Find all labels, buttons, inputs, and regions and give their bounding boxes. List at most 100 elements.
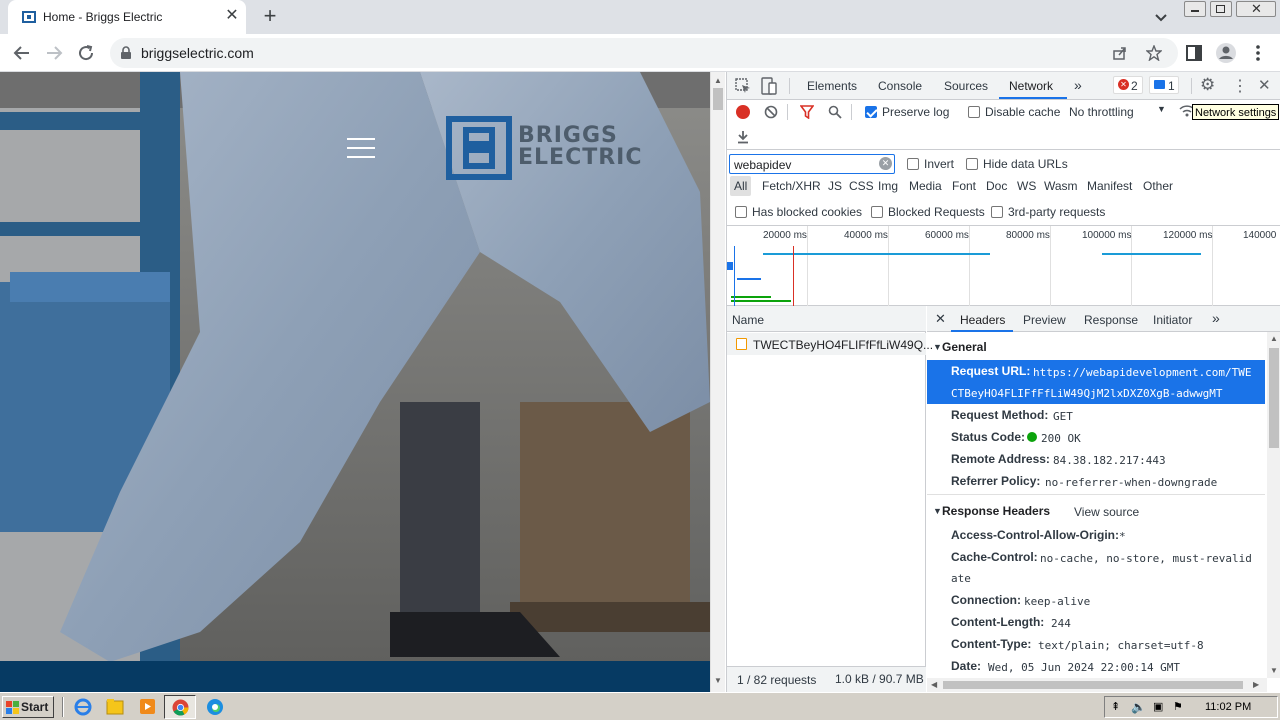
date-key: Date:	[951, 659, 982, 673]
share-icon[interactable]	[1112, 45, 1128, 61]
detail-tab-initiator[interactable]: Initiator	[1153, 313, 1192, 327]
settings-gear-icon[interactable]: ⚙	[1200, 75, 1215, 95]
device-toolbar-icon[interactable]	[761, 77, 777, 95]
page-scrollbar[interactable]: ▲ ▼	[710, 72, 725, 692]
new-tab-icon[interactable]: +	[258, 5, 282, 29]
restore-button[interactable]	[1210, 1, 1232, 17]
devtools-close-icon[interactable]: ✕	[1258, 76, 1271, 94]
briggs-electric-logo[interactable]: BRIGGS ELECTRIC	[446, 116, 661, 182]
page-scrollbar-thumb[interactable]	[713, 88, 723, 110]
type-filter-ws[interactable]: WS	[1017, 179, 1036, 193]
type-filter-fetch-xhr[interactable]: Fetch/XHR	[762, 179, 821, 193]
type-filter-doc[interactable]: Doc	[986, 179, 1007, 193]
timeline-bar	[763, 253, 990, 255]
import-download-icon[interactable]	[736, 130, 750, 144]
profile-avatar-icon[interactable]	[1214, 41, 1238, 65]
detail-close-icon[interactable]: ✕	[935, 311, 946, 327]
tab-console[interactable]: Console	[878, 79, 922, 93]
filter-input[interactable]: webapidev ✕	[729, 154, 895, 174]
filter-funnel-icon[interactable]	[800, 105, 814, 119]
media-player-icon[interactable]	[132, 696, 162, 718]
throttling-select[interactable]: No throttling	[1069, 105, 1134, 119]
clear-icon[interactable]	[764, 105, 778, 119]
active-tab-indicator	[999, 97, 1067, 99]
web-page-viewport: BRIGGS ELECTRIC	[0, 72, 710, 692]
internet-explorer-icon[interactable]	[68, 696, 98, 718]
forward-arrow-icon[interactable]	[42, 41, 66, 65]
lock-icon[interactable]	[120, 46, 132, 60]
back-arrow-icon[interactable]	[10, 41, 34, 65]
blocked-requests-checkbox[interactable]	[871, 206, 883, 218]
type-filter-all[interactable]: All	[730, 176, 752, 196]
error-count: 2	[1131, 79, 1138, 93]
window-close-button[interactable]: ✕	[1236, 1, 1276, 17]
detail-horizontal-thumb[interactable]	[943, 681, 1243, 689]
detail-horizontal-scrollbar[interactable]: ◀ ▶	[927, 678, 1267, 692]
edge-icon[interactable]	[200, 696, 230, 718]
type-filter-manifest[interactable]: Manifest	[1087, 179, 1132, 193]
detail-tab-headers[interactable]: Headers	[960, 313, 1005, 327]
invert-label: Invert	[924, 157, 955, 171]
reload-icon[interactable]	[74, 41, 98, 65]
tab-search-chevron-icon[interactable]	[1150, 6, 1172, 28]
type-filter-js[interactable]: JS	[828, 179, 842, 193]
response-headers-title[interactable]: Response Headers	[942, 504, 1050, 518]
general-section-title[interactable]: General	[942, 340, 987, 354]
type-filter-wasm[interactable]: Wasm	[1044, 179, 1078, 193]
menu-kebab-icon[interactable]	[1246, 41, 1270, 65]
detail-more-tabs-icon[interactable]: »	[1212, 310, 1220, 326]
file-explorer-icon[interactable]	[100, 696, 130, 718]
disable-cache-checkbox[interactable]	[968, 106, 980, 118]
more-tabs-chevron-icon[interactable]: »	[1074, 77, 1082, 93]
start-button[interactable]: Start	[2, 696, 54, 718]
search-icon[interactable]	[828, 105, 842, 119]
tab-close-icon[interactable]: ✕	[222, 6, 242, 26]
detail-tab-preview[interactable]: Preview	[1023, 313, 1066, 327]
record-icon[interactable]	[736, 105, 750, 119]
third-party-checkbox[interactable]	[991, 206, 1003, 218]
has-blocked-cookies-checkbox[interactable]	[735, 206, 747, 218]
type-filter-img[interactable]: Img	[878, 179, 898, 193]
type-filter-css[interactable]: CSS	[849, 179, 874, 193]
type-filter-media[interactable]: Media	[909, 179, 942, 193]
timeline-bar	[727, 262, 733, 270]
general-expand-icon[interactable]: ▼	[933, 342, 942, 352]
detail-tab-response[interactable]: Response	[1084, 313, 1138, 327]
detail-scrollbar-thumb[interactable]	[1269, 348, 1279, 448]
tray-expand-icon[interactable]: ⇞	[1111, 700, 1120, 713]
clear-filter-icon[interactable]: ✕	[879, 157, 892, 170]
tab-elements[interactable]: Elements	[807, 79, 857, 93]
request-list: Name TWECTBeyHO4FLIFfFfLiW49Q... 1 / 82 …	[727, 306, 933, 692]
bookmark-star-icon[interactable]	[1146, 45, 1162, 61]
inspect-element-icon[interactable]	[735, 78, 751, 94]
cache-control-value-1: no-cache, no-store, must-revalid	[1040, 552, 1252, 565]
devtools-menu-icon[interactable]: ⋮	[1232, 76, 1248, 96]
network-icon[interactable]: ▣	[1153, 700, 1163, 713]
response-headers-expand-icon[interactable]: ▼	[933, 506, 942, 516]
flag-icon[interactable]: ⚑	[1173, 700, 1183, 713]
volume-icon[interactable]: 🔈	[1131, 700, 1146, 714]
message-badge[interactable]: 1	[1149, 76, 1179, 94]
view-source-link[interactable]: View source	[1074, 505, 1139, 519]
tab-sources[interactable]: Sources	[944, 79, 988, 93]
tab-network[interactable]: Network	[1009, 79, 1053, 93]
invert-checkbox[interactable]	[907, 158, 919, 170]
message-count: 1	[1168, 79, 1175, 93]
hamburger-menu-icon[interactable]	[347, 138, 375, 160]
address-bar[interactable]: briggselectric.com	[110, 38, 1178, 68]
preserve-log-checkbox[interactable]	[865, 106, 877, 118]
browser-tab[interactable]: Home - Briggs Electric ✕	[8, 0, 246, 34]
throttling-dropdown-icon[interactable]: ▼	[1157, 104, 1166, 114]
detail-scrollbar[interactable]: ▲ ▼	[1267, 332, 1280, 678]
clock[interactable]: 11:02 PM	[1205, 701, 1251, 713]
type-filter-other[interactable]: Other	[1143, 179, 1173, 193]
name-column-header[interactable]: Name	[727, 306, 926, 332]
side-panel-icon[interactable]	[1182, 41, 1206, 65]
hide-data-urls-checkbox[interactable]	[966, 158, 978, 170]
chrome-taskbar-button[interactable]	[164, 695, 196, 719]
error-badge[interactable]: ✕ 2	[1113, 76, 1143, 94]
minimize-button[interactable]	[1184, 1, 1206, 17]
request-row[interactable]: TWECTBeyHO4FLIFfFfLiW49Q...	[727, 333, 933, 355]
type-filter-font[interactable]: Font	[952, 179, 976, 193]
network-overview-timeline[interactable]: 20000 ms 40000 ms 60000 ms 80000 ms 1000…	[727, 226, 1280, 306]
